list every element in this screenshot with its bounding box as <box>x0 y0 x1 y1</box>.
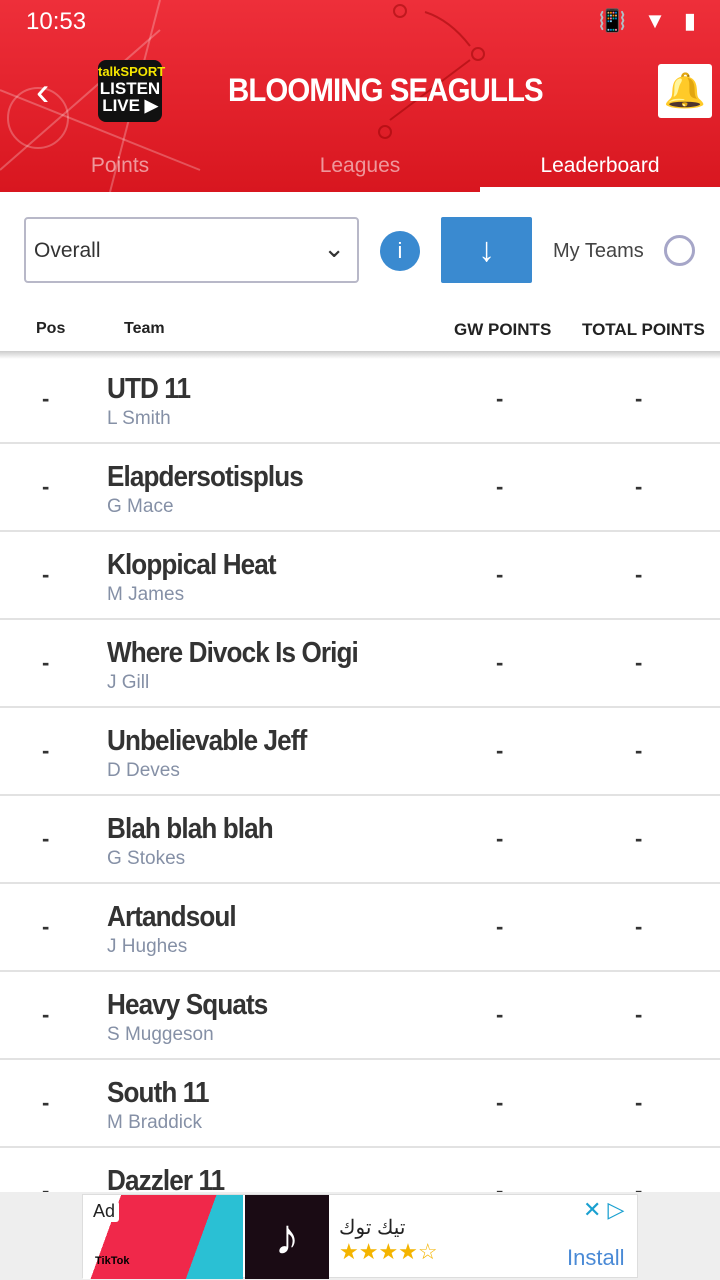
row-position: - <box>42 474 50 499</box>
gw-points: - <box>496 562 504 587</box>
notification-bell-button[interactable]: 🔔 <box>658 64 712 118</box>
back-button[interactable]: ‹ <box>36 70 49 115</box>
page-title: BLOOMING SEAGULLS <box>228 72 544 108</box>
total-points: - <box>635 914 643 939</box>
team-name: Blah blah blah <box>107 813 274 845</box>
team-name: Unbelievable Jeff <box>107 725 307 757</box>
table-row[interactable]: - UTD 11 L Smith - - <box>0 356 720 444</box>
column-header-gw-points: GW POINTS <box>454 320 552 339</box>
column-header-pos: Pos <box>36 320 66 337</box>
column-header-team: Team <box>124 320 165 337</box>
table-row[interactable]: - Artandsoul J Hughes - - <box>0 884 720 972</box>
ad-close-button[interactable]: ✕ ▷ <box>583 1197 624 1223</box>
row-position: - <box>42 826 50 851</box>
gw-points: - <box>496 914 504 939</box>
gw-points: - <box>496 1090 504 1115</box>
wifi-icon: ▼ <box>644 8 666 33</box>
table-row[interactable]: - Kloppical Heat M James - - <box>0 532 720 620</box>
team-owner: M James <box>107 584 185 605</box>
talksport-listen-live-logo[interactable]: talkSPORT LISTEN LIVE ▶ <box>98 60 166 122</box>
team-name: Kloppical Heat <box>107 549 277 581</box>
ad-label: Ad <box>89 1201 120 1222</box>
row-position: - <box>42 1090 50 1115</box>
team-name: UTD 11 <box>107 373 191 405</box>
table-row[interactable]: - Heavy Squats S Muggeson - - <box>0 972 720 1060</box>
team-owner: G Mace <box>107 496 174 517</box>
table-row[interactable]: - Where Divock Is Origi J Gill - - <box>0 620 720 708</box>
row-position: - <box>42 562 50 587</box>
team-owner: M Braddick <box>107 1112 203 1133</box>
total-points: - <box>635 386 643 411</box>
bell-icon: 🔔 <box>663 72 707 110</box>
status-icons: 📳 ▼ ▮ <box>599 8 696 34</box>
total-points: - <box>635 1002 643 1027</box>
team-name: Artandsoul <box>107 901 237 933</box>
my-teams-label: My Teams <box>553 240 644 262</box>
total-points: - <box>635 650 643 675</box>
gw-points: - <box>496 826 504 851</box>
row-position: - <box>42 650 50 675</box>
table-row[interactable]: - South 11 M Braddick - - <box>0 1060 720 1148</box>
team-name: Heavy Squats <box>107 989 268 1021</box>
rating-stars: ★★★★☆ <box>339 1239 438 1264</box>
ad-brand: TikTok <box>95 1255 130 1267</box>
ad-app-name: تيك توك <box>339 1217 406 1239</box>
team-owner: G Stokes <box>107 848 186 869</box>
chevron-down-icon: ⌄ <box>323 233 345 263</box>
leaderboard-filter-select[interactable]: Overall ⌄ <box>24 217 359 283</box>
total-points: - <box>635 738 643 763</box>
table-row[interactable]: - Blah blah blah G Stokes - - <box>0 796 720 884</box>
total-points: - <box>635 826 643 851</box>
info-button[interactable]: i <box>380 231 420 271</box>
ad-banner[interactable]: Ad TikTok ♪ تيك توك ★★★★☆ ✕ ▷ Install <box>0 1192 720 1280</box>
tab-leagues[interactable]: Leagues <box>240 150 480 192</box>
table-row[interactable]: - Unbelievable Jeff D Deves - - <box>0 708 720 796</box>
tab-leaderboard[interactable]: Leaderboard <box>480 150 720 192</box>
team-owner: J Gill <box>107 672 150 693</box>
row-position: - <box>42 914 50 939</box>
status-time: 10:53 <box>26 8 87 35</box>
table-row[interactable]: - Elapdersotisplus G Mace - - <box>0 444 720 532</box>
gw-points: - <box>496 650 504 675</box>
tab-points[interactable]: Points <box>0 150 240 192</box>
gw-points: - <box>496 738 504 763</box>
row-position: - <box>42 1002 50 1027</box>
team-owner: J Hughes <box>107 936 188 957</box>
install-button[interactable]: Install <box>567 1245 624 1271</box>
row-position: - <box>42 738 50 763</box>
logo-text: LIVE ▶ <box>102 96 158 115</box>
logo-text: talkSPORT <box>98 64 166 79</box>
total-points: - <box>635 562 643 587</box>
my-teams-radio[interactable] <box>664 235 695 266</box>
gw-points: - <box>496 386 504 411</box>
row-position: - <box>42 386 50 411</box>
logo-text: LISTEN <box>99 79 161 98</box>
vibrate-icon: 📳 <box>598 8 627 33</box>
team-owner: D Deves <box>107 760 180 781</box>
total-points: - <box>635 474 643 499</box>
team-owner: L Smith <box>107 408 171 429</box>
battery-icon: ▮ <box>683 8 696 33</box>
gw-points: - <box>496 474 504 499</box>
team-owner: S Muggeson <box>107 1024 214 1045</box>
selected-value: Overall <box>34 239 101 262</box>
gw-points: - <box>496 1002 504 1027</box>
team-name: Where Divock Is Origi <box>107 637 359 669</box>
team-name: South 11 <box>107 1077 209 1109</box>
tiktok-app-icon[interactable]: ♪ <box>245 1195 329 1279</box>
app-header: 10:53 📳 ▼ ▮ ‹ talkSPORT LISTEN LIVE ▶ BLOOMI… <box>0 0 720 192</box>
total-points: - <box>635 1090 643 1115</box>
column-header-total-points: TOTAL POINTS <box>582 320 705 339</box>
download-button[interactable]: ↓ <box>441 217 532 283</box>
team-name: Elapdersotisplus <box>107 461 304 493</box>
